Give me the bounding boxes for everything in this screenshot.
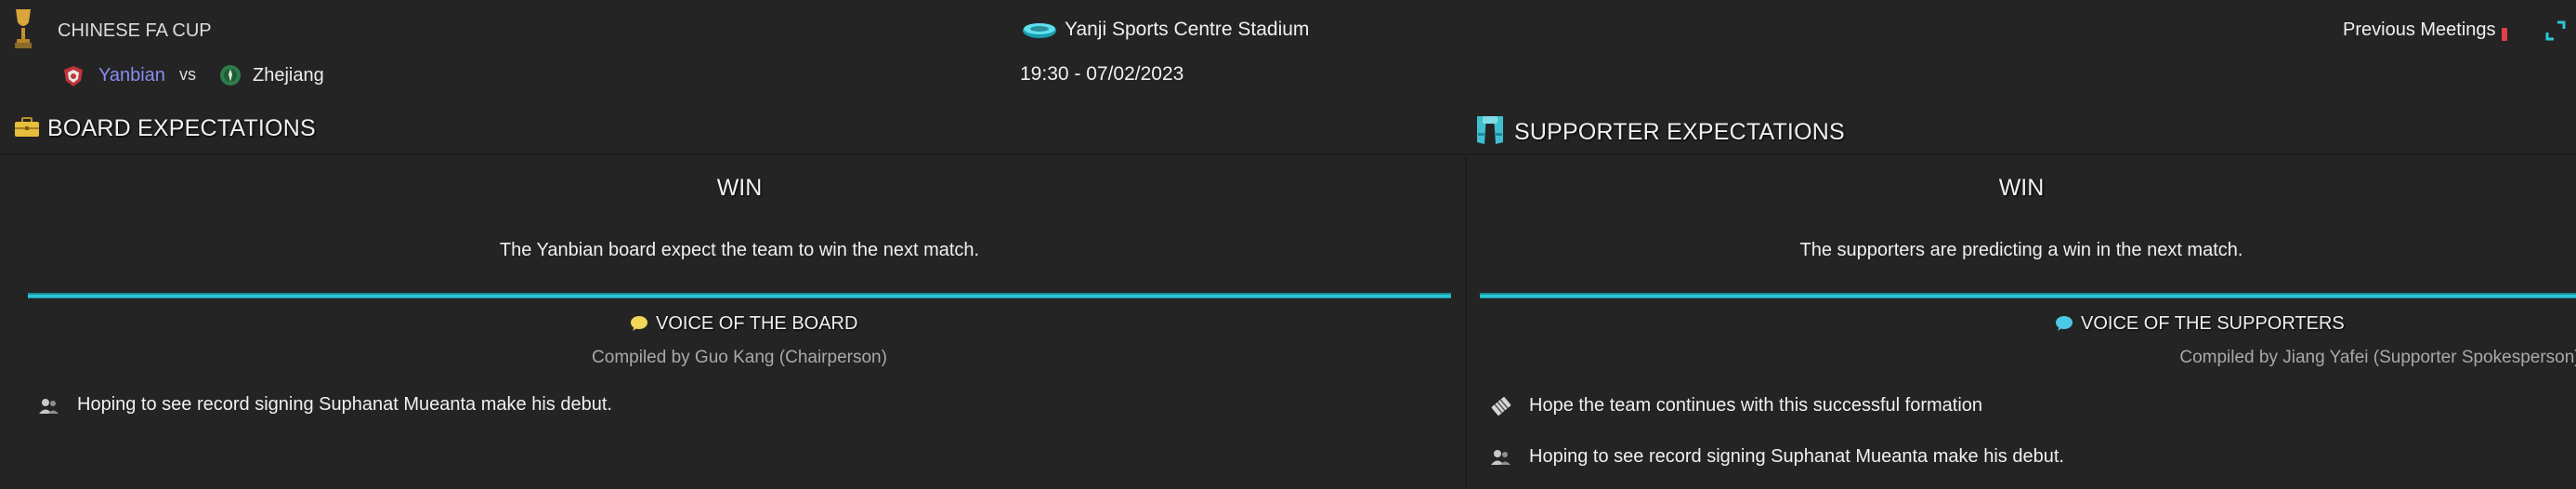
supporters-voice-item: Hoping to see record signing Suphanat Mu… — [1529, 446, 2064, 467]
scarf-icon — [1473, 114, 1507, 146]
player-signing-icon — [38, 397, 60, 416]
previous-meetings-button[interactable]: Previous Meetings — [2343, 20, 2496, 41]
supporters-panel-top-border — [1467, 153, 2576, 155]
competition-trophy-icon — [11, 7, 35, 50]
supporters-voice-bubble-icon — [2055, 315, 2073, 332]
stadium-icon — [1022, 20, 1057, 39]
away-team-link[interactable]: Zhejiang — [253, 65, 324, 86]
away-team-badge-icon — [219, 64, 242, 86]
home-team-link[interactable]: Yanbian — [98, 65, 165, 86]
supporters-compiled-by[interactable]: Compiled by Jiang Yafei (Supporter Spoke… — [1823, 348, 2576, 368]
expand-icon[interactable] — [2545, 20, 2566, 41]
supporter-expectation-result: WIN — [1998, 175, 2045, 201]
panel-separator — [1465, 153, 1467, 489]
player-signing-icon — [1490, 448, 1512, 467]
kickoff-datetime: 19:30 - 07/02/2023 — [1020, 63, 1184, 85]
venue-name[interactable]: Yanji Sports Centre Stadium — [1065, 19, 1309, 41]
board-compiled-by[interactable]: Compiled by Guo Kang (Chairperson) — [0, 348, 1479, 368]
tactics-board-icon — [1490, 395, 1512, 417]
board-panel-top-border — [0, 153, 1466, 155]
previous-meetings-indicator-icon — [2502, 28, 2507, 41]
supporter-expectations-title: SUPPORTER EXPECTATIONS — [1514, 119, 1845, 145]
board-expectation-description: The Yanbian board expect the team to win… — [499, 240, 980, 260]
voice-of-the-supporters-title: VOICE OF THE SUPPORTERS — [2081, 313, 2345, 334]
board-expectations-title: BOARD EXPECTATIONS — [47, 115, 316, 141]
supporter-expectation-description: The supporters are predicting a win in t… — [1799, 240, 2243, 260]
briefcase-icon — [14, 117, 40, 138]
board-voice-item: Hoping to see record signing Suphanat Mu… — [77, 394, 612, 415]
vs-label: vs — [179, 65, 196, 84]
board-divider — [28, 293, 1451, 298]
supporters-divider — [1480, 293, 2576, 298]
supporters-voice-item: Hope the team continues with this succes… — [1529, 395, 1983, 416]
competition-name[interactable]: CHINESE FA CUP — [58, 20, 212, 42]
board-voice-bubble-icon — [630, 315, 648, 332]
board-expectation-result: WIN — [716, 175, 763, 201]
voice-of-the-board-title: VOICE OF THE BOARD — [656, 313, 858, 334]
home-team-badge-icon — [63, 65, 84, 87]
